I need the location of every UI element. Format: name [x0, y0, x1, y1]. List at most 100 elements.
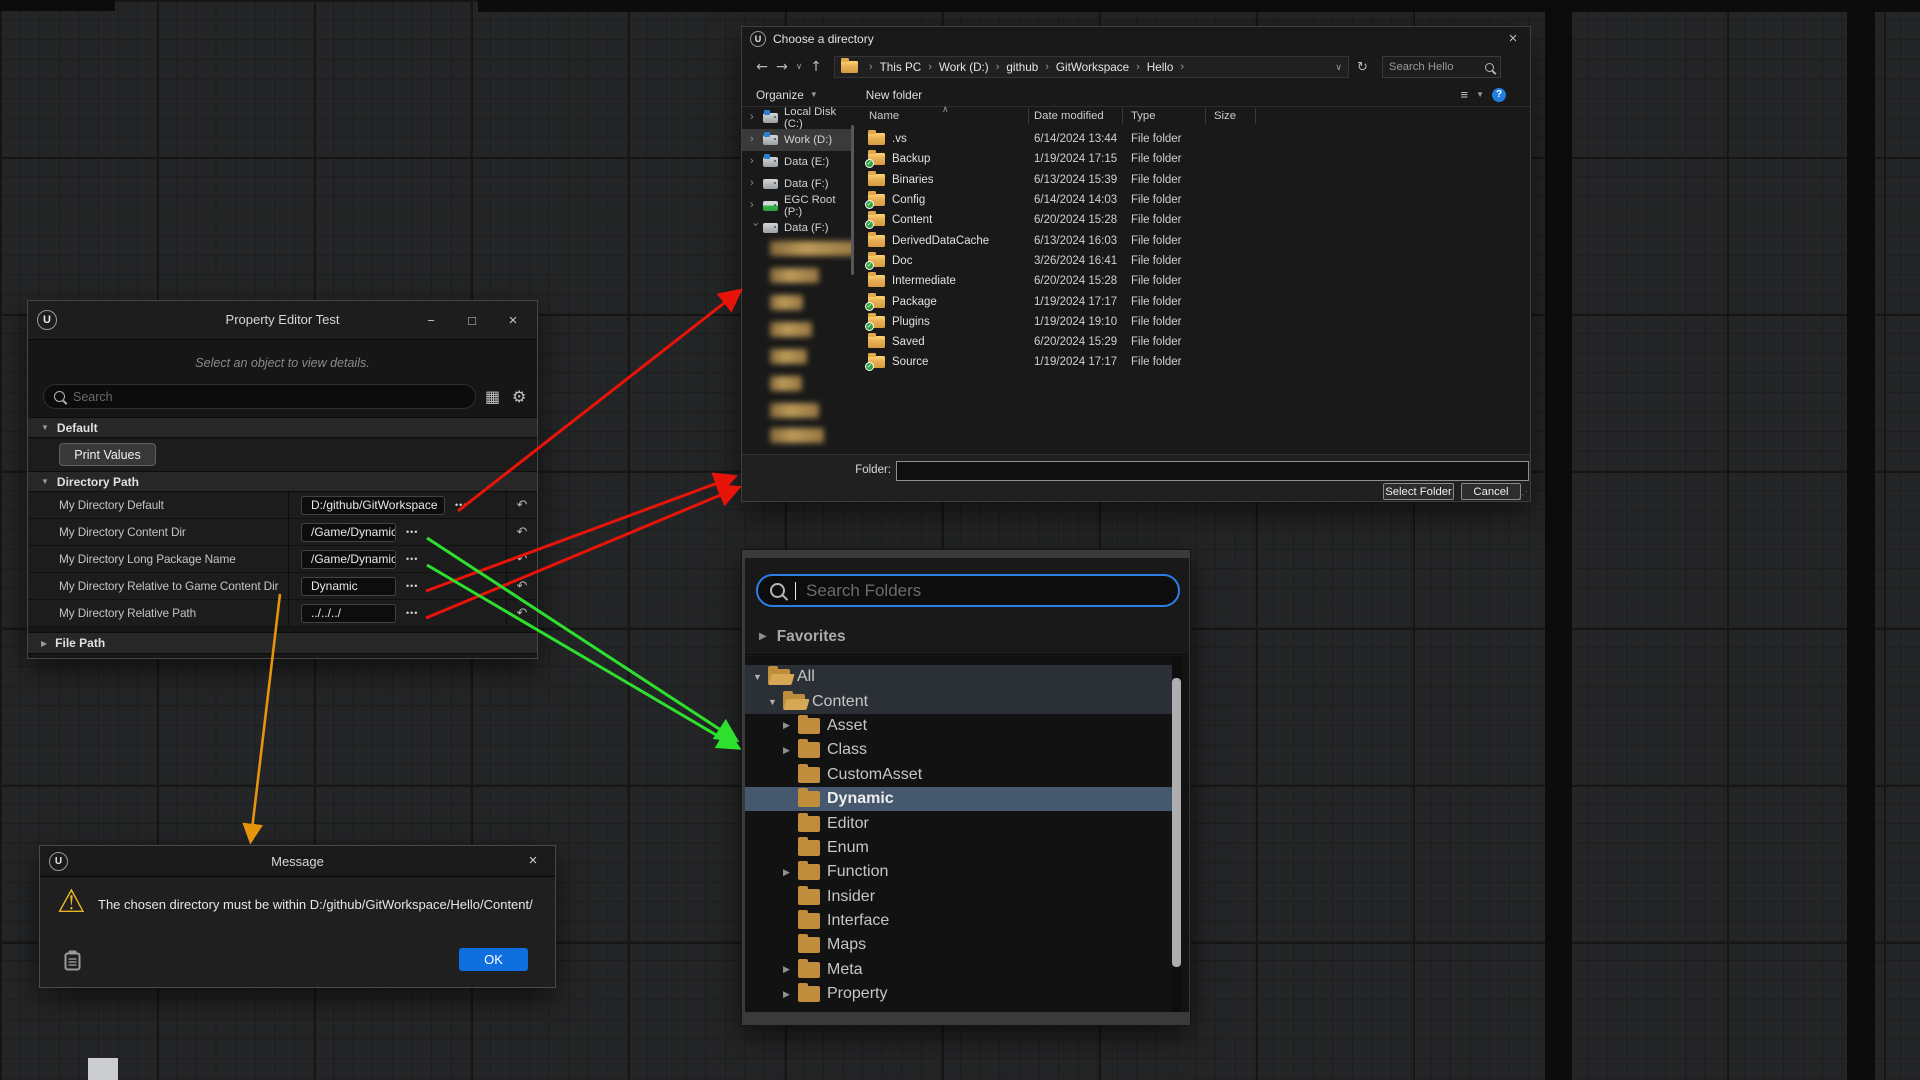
sidebar-scrollbar[interactable]	[851, 125, 854, 275]
ok-button[interactable]: OK	[459, 948, 528, 971]
address-dropdown-chevron-icon[interactable]: ∨	[1335, 62, 1342, 73]
folder-tree-row[interactable]: Meta	[745, 958, 1175, 982]
expand-chevron-icon[interactable]	[750, 155, 761, 167]
folder-tree-row[interactable]: Enum	[745, 836, 1175, 860]
maximize-icon[interactable]	[462, 311, 482, 331]
expand-chevron-icon[interactable]	[750, 133, 761, 145]
browse-ellipsis-button[interactable]	[406, 527, 418, 537]
section-header-directory-path[interactable]: Directory Path	[28, 471, 537, 492]
folder-tree-row[interactable]: CustomAsset	[745, 763, 1175, 787]
recent-locations-chevron-icon[interactable]: ∨	[792, 62, 806, 72]
search-box[interactable]	[43, 384, 476, 409]
sidebar-item-drive[interactable]: Local Disk (C:)	[742, 107, 854, 129]
reset-to-default-icon[interactable]	[517, 606, 528, 621]
expand-chevron-icon[interactable]	[750, 199, 761, 211]
reset-to-default-icon[interactable]	[517, 525, 528, 540]
file-row[interactable]: Intermediate 6/20/2024 15:28 File folder	[857, 271, 1530, 291]
file-row[interactable]: Binaries 6/13/2024 15:39 File folder	[857, 170, 1530, 190]
folder-tree-row[interactable]: All	[745, 665, 1175, 689]
reset-to-default-icon[interactable]	[517, 579, 528, 594]
refresh-icon[interactable]	[1357, 60, 1368, 75]
organize-menu[interactable]: Organize ▼	[756, 88, 818, 102]
column-header-size[interactable]: Size	[1206, 108, 1256, 124]
help-icon[interactable]	[1492, 88, 1506, 102]
file-row[interactable]: Content 6/20/2024 15:28 File folder	[857, 210, 1530, 230]
view-mode-icon[interactable]	[1460, 87, 1468, 102]
close-icon[interactable]	[503, 311, 523, 331]
expand-chevron-icon[interactable]	[750, 111, 761, 123]
window-title-bar[interactable]: Property Editor Test	[28, 301, 537, 340]
breadcrumb-item[interactable]: github	[1006, 61, 1056, 74]
folder-tree-row[interactable]: Editor	[745, 811, 1175, 835]
favorites-section[interactable]: Favorites	[745, 619, 1189, 655]
file-row[interactable]: Plugins 1/19/2024 19:10 File folder	[857, 312, 1530, 332]
section-expand-icon[interactable]	[41, 639, 47, 648]
search-folders-input[interactable]	[806, 581, 1166, 601]
resize-grip[interactable]	[1518, 490, 1528, 501]
tree-expand-arrow-icon[interactable]	[753, 672, 768, 682]
browse-ellipsis-button[interactable]	[406, 581, 418, 591]
browse-ellipsis-button[interactable]	[406, 554, 418, 564]
search-input[interactable]	[1389, 61, 1485, 73]
back-icon[interactable]: ←	[752, 59, 772, 75]
breadcrumb-item[interactable]: Hello	[1147, 61, 1191, 74]
search-folders-box[interactable]	[756, 574, 1180, 607]
expand-arrow-icon[interactable]	[759, 631, 767, 642]
column-header-date-modified[interactable]: Date modified	[1029, 108, 1123, 124]
sidebar-item-drive[interactable]: Data (E:)	[742, 151, 854, 173]
up-icon[interactable]: ↑	[806, 59, 826, 75]
browse-ellipsis-button[interactable]	[406, 608, 418, 618]
sidebar-item-drive[interactable]: EGC Root (P:)	[742, 195, 854, 217]
search-box[interactable]	[1382, 56, 1501, 78]
directory-value-field[interactable]: /Game/Dynamic	[301, 550, 396, 569]
gear-icon[interactable]	[512, 387, 526, 407]
folder-tree-row[interactable]: Function	[745, 860, 1175, 884]
file-row[interactable]: Package 1/19/2024 17:17 File folder	[857, 291, 1530, 311]
forward-icon[interactable]: →	[772, 59, 792, 75]
folder-tree-row[interactable]: Maps	[745, 933, 1175, 957]
new-folder-button[interactable]: New folder	[866, 88, 922, 102]
file-row[interactable]: .vs 6/14/2024 13:44 File folder	[857, 129, 1530, 149]
folder-tree-row[interactable]: Property	[745, 982, 1175, 1006]
breadcrumb-item[interactable]: Work (D:)	[939, 61, 1006, 74]
folder-tree-row[interactable]: Interface	[745, 909, 1175, 933]
select-folder-button[interactable]: Select Folder	[1383, 483, 1454, 500]
folder-tree-row[interactable]: Asset	[745, 714, 1175, 738]
tree-expand-arrow-icon[interactable]	[783, 720, 798, 731]
file-row[interactable]: Config 6/14/2024 14:03 File folder	[857, 190, 1530, 210]
close-icon[interactable]	[523, 851, 543, 871]
close-icon[interactable]	[1504, 30, 1522, 48]
file-row[interactable]: DerivedDataCache 6/13/2024 16:03 File fo…	[857, 230, 1530, 250]
column-header-type[interactable]: Type	[1123, 108, 1206, 124]
tree-expand-arrow-icon[interactable]	[783, 964, 798, 975]
cancel-button[interactable]: Cancel	[1461, 483, 1521, 500]
tree-expand-arrow-icon[interactable]	[768, 697, 783, 707]
reset-to-default-icon[interactable]	[517, 552, 528, 567]
print-values-button[interactable]: Print Values	[59, 443, 156, 466]
view-mode-chevron-icon[interactable]: ▼	[1476, 90, 1484, 99]
folder-tree-row[interactable]: Content	[745, 689, 1175, 713]
section-header-default[interactable]: Default	[28, 417, 537, 438]
expand-chevron-icon[interactable]	[750, 177, 761, 189]
display-options-icon[interactable]	[485, 387, 500, 407]
copy-to-clipboard-icon[interactable]	[64, 950, 81, 976]
breadcrumb-item[interactable]: This PC	[880, 61, 939, 74]
section-collapse-icon[interactable]	[41, 477, 49, 486]
tree-expand-arrow-icon[interactable]	[783, 989, 798, 1000]
reset-to-default-icon[interactable]	[517, 498, 528, 513]
file-row[interactable]: Backup 1/19/2024 17:15 File folder	[857, 149, 1530, 169]
tree-scrollbar-thumb[interactable]	[1172, 678, 1181, 967]
folder-tree-row[interactable]: Dynamic	[745, 787, 1175, 811]
directory-value-field[interactable]: /Game/Dynamic	[301, 523, 396, 542]
file-row[interactable]: Doc 3/26/2024 16:41 File folder	[857, 251, 1530, 271]
file-row[interactable]: Saved 6/20/2024 15:29 File folder	[857, 332, 1530, 352]
folder-tree-row[interactable]: Class	[745, 738, 1175, 762]
dialog-title-bar[interactable]: Choose a directory	[742, 27, 1530, 51]
search-input[interactable]	[73, 390, 465, 404]
directory-value-field[interactable]: ../../../	[301, 604, 396, 623]
breadcrumb[interactable]: This PCWork (D:)githubGitWorkspaceHello …	[834, 56, 1349, 78]
sidebar-item-drive[interactable]: Work (D:)	[742, 129, 854, 151]
section-collapse-icon[interactable]	[41, 423, 49, 432]
browse-ellipsis-button[interactable]	[455, 500, 467, 510]
section-header-file-path[interactable]: File Path	[28, 632, 537, 654]
